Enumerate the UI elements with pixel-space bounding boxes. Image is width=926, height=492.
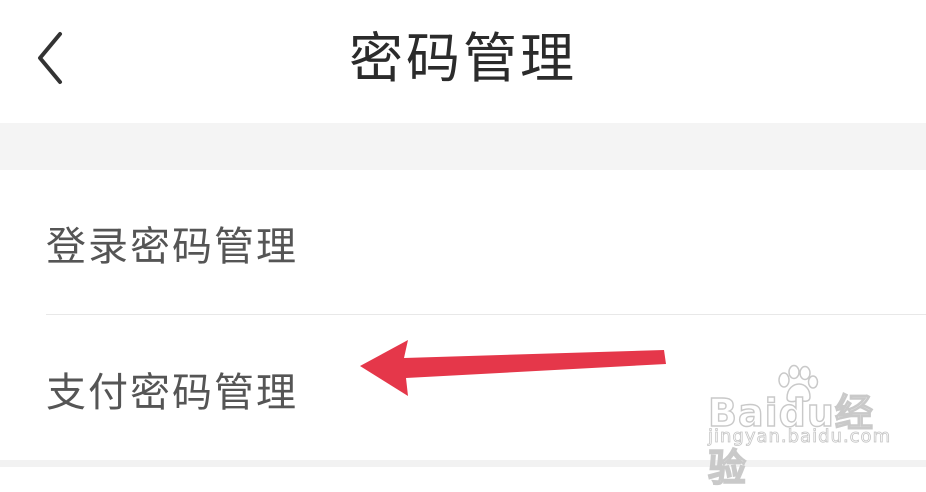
- menu-item-login-password[interactable]: 登录密码管理: [0, 170, 926, 314]
- divider: [46, 314, 926, 315]
- watermark-url: jingyan.baidu.com: [708, 426, 892, 448]
- arrow-left-icon: [360, 340, 666, 396]
- top-nav-bar: 密码管理: [0, 0, 926, 123]
- menu-item-label: 登录密码管理: [46, 224, 298, 270]
- baidu-watermark: Baidu经验 jingyan.baidu.com: [700, 364, 900, 491]
- page-title: 密码管理: [349, 27, 577, 90]
- section-spacer: [0, 123, 926, 170]
- menu-item-label: 支付密码管理: [46, 370, 298, 416]
